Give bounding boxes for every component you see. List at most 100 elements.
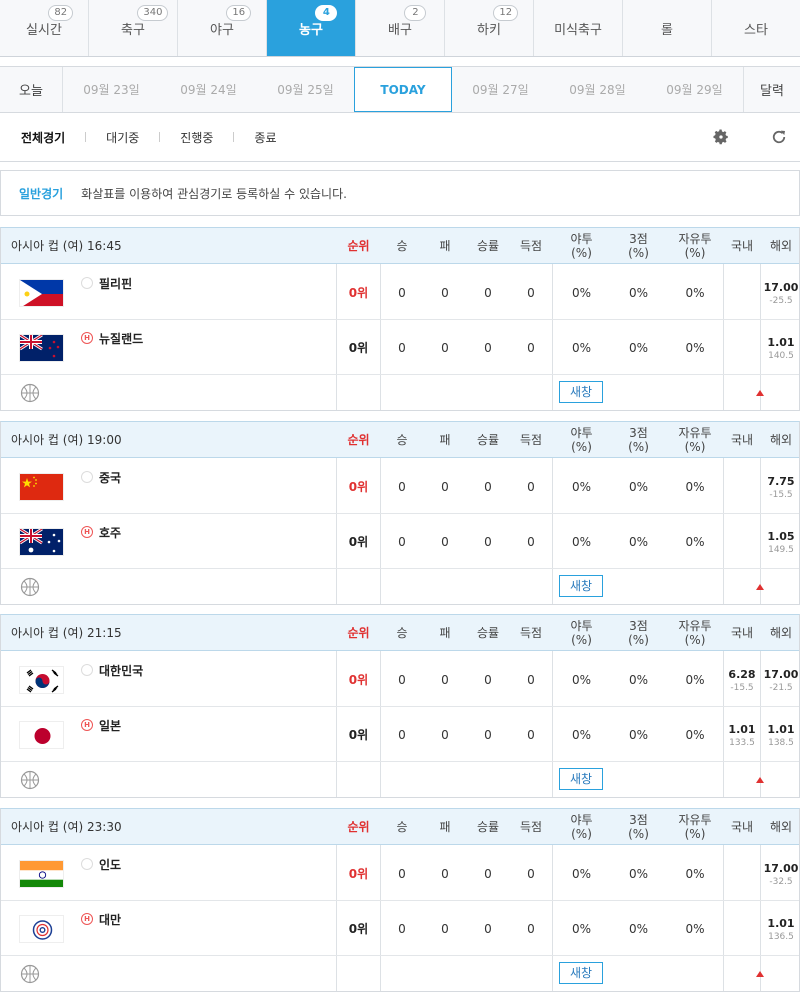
new-window-button[interactable]: 새창 bbox=[559, 381, 603, 403]
team-name[interactable]: 대만 bbox=[99, 911, 121, 928]
refresh-icon[interactable] bbox=[767, 125, 791, 149]
domestic-odds[interactable] bbox=[724, 273, 760, 313]
sport-tab-7[interactable]: 롤 bbox=[623, 0, 712, 56]
team-row[interactable]: H 대만 0위 0 0 0 0 0% 0% 0% 1.01 136.5 bbox=[1, 901, 799, 956]
sport-count-badge: 12 bbox=[493, 5, 519, 21]
game-title: 아시아 컵 (여) 19:00 bbox=[11, 433, 122, 447]
date-item[interactable]: 09월 24일 bbox=[160, 67, 257, 112]
filter-3[interactable]: 종료 bbox=[254, 129, 276, 146]
team-row[interactable]: H 뉴질랜드 0위 0 0 0 0 0% 0% 0% 1.01 140.5 bbox=[1, 320, 799, 375]
team-row[interactable]: H 중국 0위 0 0 0 0 0% 0% 0% 7.75-15.5 bbox=[1, 459, 799, 514]
cell-three: 0% bbox=[628, 479, 649, 494]
home-badge-icon: H bbox=[81, 332, 93, 344]
collapse-arrow-icon[interactable] bbox=[756, 971, 764, 977]
overseas-odds[interactable]: 17.00 -25.5 bbox=[761, 273, 800, 313]
new-window-button[interactable]: 새창 bbox=[559, 962, 603, 984]
today-button[interactable]: 오늘 bbox=[0, 67, 63, 112]
collapse-arrow-icon[interactable] bbox=[756, 584, 764, 590]
overseas-odds[interactable]: 1.05 149.5 bbox=[761, 522, 800, 562]
team-name[interactable]: 필리핀 bbox=[99, 275, 132, 292]
overseas-odds[interactable]: 1.01 136.5 bbox=[761, 909, 800, 949]
overseas-odds[interactable]: 17.00 -32.5 bbox=[761, 854, 800, 894]
domestic-odds[interactable]: 1.01 133.5 bbox=[724, 715, 760, 755]
sport-tab-1[interactable]: 축구 340 bbox=[89, 0, 178, 56]
handicap-value: 140.5 bbox=[768, 350, 794, 361]
date-item[interactable]: 09월 28일 bbox=[549, 67, 646, 112]
cell-win: 0 bbox=[398, 921, 406, 936]
domestic-odds[interactable] bbox=[724, 467, 760, 507]
game-block: 아시아 컵 (여) 19:00 순위 승 패 승률 득점 야투 (%) 3점 (%) 자유투 (… bbox=[0, 421, 800, 605]
team-name[interactable]: 대한민국 bbox=[99, 662, 143, 679]
new-window-button[interactable]: 새창 bbox=[559, 768, 603, 790]
game-footer: 새창 bbox=[1, 375, 799, 411]
sport-tab-3[interactable]: 농구 4 bbox=[267, 0, 356, 56]
newzealand-flag-icon bbox=[19, 334, 64, 362]
column-header-fg: 야투 (%) bbox=[570, 232, 593, 260]
team-row[interactable]: H 호주 0위 0 0 0 0 0% 0% 0% 1.05 149.5 bbox=[1, 514, 799, 569]
date-item[interactable]: 09월 27일 bbox=[452, 67, 549, 112]
date-item[interactable]: 09월 29일 bbox=[646, 67, 743, 112]
team-name[interactable]: 뉴질랜드 bbox=[99, 330, 143, 347]
gear-icon[interactable] bbox=[709, 125, 733, 149]
cell-points: 0 bbox=[527, 727, 535, 742]
collapse-arrow-icon[interactable] bbox=[756, 777, 764, 783]
domestic-odds[interactable] bbox=[724, 522, 760, 562]
sport-count-badge: 16 bbox=[226, 5, 252, 21]
sport-tab-0[interactable]: 실시간 82 bbox=[0, 0, 89, 56]
overseas-odds[interactable]: 17.00 -21.5 bbox=[761, 660, 800, 700]
cell-ft: 0% bbox=[685, 672, 705, 687]
domestic-odds[interactable] bbox=[724, 909, 760, 949]
team-name[interactable]: 인도 bbox=[99, 856, 121, 873]
date-item[interactable]: 09월 23일 bbox=[63, 67, 160, 112]
date-today[interactable]: TODAY bbox=[354, 67, 452, 112]
date-item[interactable]: 09월 25일 bbox=[257, 67, 354, 112]
column-header-ft: 자유투 (%) bbox=[678, 426, 712, 454]
team-name[interactable]: 일본 bbox=[99, 717, 121, 734]
cell-win: 0 bbox=[398, 672, 406, 687]
notice-label: 일반경기 bbox=[19, 186, 64, 201]
cell-points: 0 bbox=[527, 672, 535, 687]
cell-three: 0% bbox=[628, 672, 649, 687]
filter-0[interactable]: 전체경기 bbox=[21, 129, 65, 146]
sport-tab-2[interactable]: 야구 16 bbox=[178, 0, 267, 56]
odds-value: 1.01 bbox=[767, 722, 795, 736]
overseas-odds[interactable]: 1.01 140.5 bbox=[761, 328, 800, 368]
team-row[interactable]: H 일본 0위 0 0 0 0 0% 0% 0% 1.01 133.5 1.01 138.5 bbox=[1, 707, 799, 762]
column-header-fg: 야투 (%) bbox=[570, 813, 593, 841]
overseas-odds[interactable]: 1.01 138.5 bbox=[761, 715, 800, 755]
domestic-odds[interactable]: 6.28 -15.5 bbox=[724, 660, 760, 700]
basketball-court-icon[interactable] bbox=[20, 964, 40, 984]
team-name[interactable]: 호주 bbox=[99, 524, 121, 541]
game-footer: 새창 bbox=[1, 956, 799, 992]
team-row[interactable]: H 필리핀 0위 0 0 0 0 0% 0% 0% 17.00-25.5 bbox=[1, 265, 799, 320]
team-row[interactable]: H대한민국0위00000%0%0%6.28-15.517.00-21.5 bbox=[1, 652, 799, 707]
game-header: 아시아 컵 (여) 16:45 순위 승 패 승률 득점 야투 (%) 3점 (%) 자유투 (… bbox=[1, 228, 799, 264]
basketball-court-icon[interactable] bbox=[20, 577, 40, 597]
filter-1[interactable]: 대기중 bbox=[106, 129, 139, 146]
collapse-arrow-icon[interactable] bbox=[756, 390, 764, 396]
domestic-odds[interactable] bbox=[724, 328, 760, 368]
handicap-value: -25.5 bbox=[769, 295, 793, 306]
overseas-odds[interactable]: 7.75 -15.5 bbox=[761, 467, 800, 507]
sport-tab-8[interactable]: 스타 bbox=[712, 0, 800, 56]
column-header-ft: 자유투 (%) bbox=[678, 813, 712, 841]
cell-fg: 0% bbox=[571, 479, 592, 494]
cell-three: 0% bbox=[628, 866, 649, 881]
new-window-button[interactable]: 새창 bbox=[559, 575, 603, 597]
cell-rank: 0위 bbox=[348, 286, 369, 300]
basketball-court-icon[interactable] bbox=[20, 770, 40, 790]
team-row[interactable]: H 인도 0위 0 0 0 0 0% 0% 0% 17.00-32.5 bbox=[1, 846, 799, 901]
domestic-odds[interactable] bbox=[724, 854, 760, 894]
column-header-three: 3점 (%) bbox=[628, 232, 649, 260]
game-footer: 새창 bbox=[1, 569, 799, 605]
filter-2[interactable]: 진행중 bbox=[180, 129, 213, 146]
team-name[interactable]: 중국 bbox=[99, 469, 121, 486]
cell-rate: 0 bbox=[484, 340, 492, 355]
calendar-button[interactable]: 달력 bbox=[743, 67, 800, 112]
odds-value: 1.01 bbox=[767, 916, 795, 930]
cell-win: 0 bbox=[398, 727, 406, 742]
basketball-court-icon[interactable] bbox=[20, 383, 40, 403]
sport-tab-4[interactable]: 배구 2 bbox=[356, 0, 445, 56]
sport-tab-6[interactable]: 미식축구 bbox=[534, 0, 623, 56]
sport-tab-5[interactable]: 하키 12 bbox=[445, 0, 534, 56]
